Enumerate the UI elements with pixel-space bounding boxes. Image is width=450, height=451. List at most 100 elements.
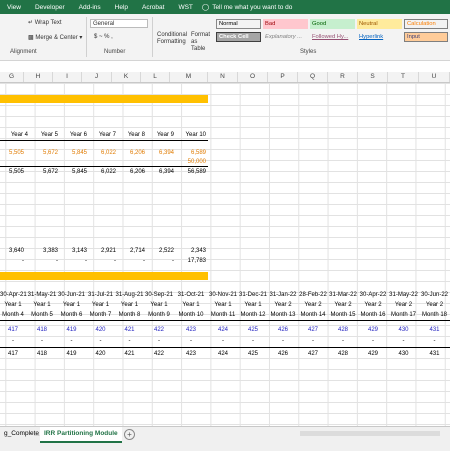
section-header-bar bbox=[0, 272, 208, 280]
number-symbols[interactable]: $ ~ % , bbox=[94, 34, 113, 40]
year-label: Year 1 bbox=[120, 302, 139, 308]
date-cell: 31-Jan-22 bbox=[269, 292, 297, 298]
menu-view[interactable]: View bbox=[0, 4, 28, 11]
total-cell-m: 56,589 bbox=[187, 169, 206, 175]
dash-cell: - bbox=[190, 338, 192, 344]
col-header-t[interactable]: T bbox=[388, 72, 419, 82]
date-cell: 30-Jun-21 bbox=[57, 292, 86, 298]
date-cell: 31-Jul-21 bbox=[87, 292, 113, 298]
year-8-header: Year 8 bbox=[127, 132, 145, 138]
col-header-q[interactable]: Q bbox=[298, 72, 328, 82]
col-header-u[interactable]: U bbox=[419, 72, 450, 82]
dash-cell: - bbox=[12, 338, 14, 344]
date-cell: 30-Apr-21 bbox=[0, 292, 27, 298]
value-cell-i: 3,143 bbox=[71, 248, 87, 254]
col-header-s[interactable]: S bbox=[358, 72, 388, 82]
style-bad[interactable]: Bad bbox=[263, 19, 308, 29]
month-label: Month 10 bbox=[178, 312, 204, 318]
add-sheet-icon[interactable]: + bbox=[124, 429, 135, 440]
dash-cell: - bbox=[342, 338, 344, 344]
total-cell-i: 5,845 bbox=[71, 169, 87, 175]
worksheet[interactable]: G H I J K L M N O P Q R S T U Year 4 Yea… bbox=[0, 60, 450, 426]
blue-value: 421 bbox=[124, 327, 135, 333]
menu-addins[interactable]: Add-ins bbox=[72, 4, 108, 11]
date-cell: 31-Dec-21 bbox=[238, 292, 267, 298]
blue-value: 431 bbox=[429, 327, 440, 333]
date-cell: 31-May-21 bbox=[27, 292, 57, 298]
sum-value: 429 bbox=[367, 351, 378, 357]
style-followed-hyperlink[interactable]: Followed Hy... bbox=[310, 32, 355, 42]
col-header-n[interactable]: N bbox=[208, 72, 238, 82]
blue-value: 428 bbox=[337, 327, 348, 333]
value-cell-h: 3,383 bbox=[42, 248, 58, 254]
sum-value: 431 bbox=[429, 351, 440, 357]
month-label: Month 18 bbox=[421, 312, 448, 318]
date-cell: 31-May-22 bbox=[389, 292, 418, 298]
menu-wst[interactable]: WST bbox=[171, 4, 199, 11]
dash-cell: - bbox=[252, 338, 254, 344]
menu-developer[interactable]: Developer bbox=[28, 4, 72, 11]
date-cell: 31-Aug-21 bbox=[115, 292, 144, 298]
year-label: Year 2 bbox=[274, 302, 292, 308]
style-explanatory[interactable]: Explanatory ... bbox=[263, 32, 308, 42]
col-header-h[interactable]: H bbox=[24, 72, 53, 82]
year-label: Year 2 bbox=[364, 302, 382, 308]
merge-center-button[interactable]: ▩ Merge & Center ▾ bbox=[28, 34, 82, 41]
year-label: Year 1 bbox=[62, 302, 81, 308]
total-cell-h: 5,672 bbox=[42, 169, 58, 175]
orange-cell-i: 5,845 bbox=[71, 150, 87, 156]
year-label: Year 2 bbox=[304, 302, 322, 308]
col-header-g[interactable]: G bbox=[0, 72, 24, 82]
style-neutral[interactable]: Neutral bbox=[357, 19, 402, 29]
number-group-label: Number bbox=[104, 49, 126, 55]
dash-cell: - bbox=[312, 338, 314, 344]
style-calculation[interactable]: Calculation bbox=[404, 19, 448, 29]
sum-value: 424 bbox=[217, 351, 228, 357]
menu-acrobat[interactable]: Acrobat bbox=[135, 4, 171, 11]
sum-line bbox=[0, 347, 450, 348]
wrap-text-button[interactable]: ↵ Wrap Text bbox=[28, 19, 62, 26]
dash-cell: - bbox=[143, 258, 145, 264]
tell-me-text: Tell me what you want to do bbox=[212, 3, 293, 11]
section-header-bar bbox=[0, 95, 208, 103]
tab-overflow[interactable]: ... bbox=[34, 431, 40, 438]
dash-cell: - bbox=[114, 258, 116, 264]
style-good[interactable]: Good bbox=[310, 19, 355, 29]
col-header-j[interactable]: J bbox=[82, 72, 112, 82]
style-check-cell[interactable]: Check Cell bbox=[216, 32, 261, 42]
total-cell-k: 6,206 bbox=[129, 169, 145, 175]
tab-irr-partitioning-module[interactable]: IRR Partitioning Module bbox=[40, 427, 122, 443]
col-header-i[interactable]: I bbox=[53, 72, 82, 82]
horizontal-scrollbar[interactable] bbox=[300, 431, 440, 436]
blue-value: 417 bbox=[7, 327, 18, 333]
tell-me-box[interactable]: ◯ Tell me what you want to do bbox=[200, 3, 300, 12]
year-5-header: Year 5 bbox=[40, 132, 58, 138]
col-header-m[interactable]: M bbox=[170, 72, 208, 82]
style-normal[interactable]: Normal bbox=[216, 19, 261, 29]
col-header-r[interactable]: R bbox=[328, 72, 358, 82]
col-header-o[interactable]: O bbox=[238, 72, 268, 82]
separator bbox=[152, 17, 153, 57]
conditional-formatting-button[interactable]: Conditional Formatting bbox=[157, 32, 189, 46]
col-header-k[interactable]: K bbox=[112, 72, 141, 82]
year-label: Year 1 bbox=[91, 302, 110, 308]
month-label: Month 4 bbox=[2, 312, 24, 318]
month-label: Month 12 bbox=[240, 312, 266, 318]
month-label: Month 11 bbox=[210, 312, 236, 318]
style-hyperlink[interactable]: Hyperlink bbox=[357, 32, 402, 42]
year-7-header: Year 7 bbox=[98, 132, 116, 138]
year-label: Year 1 bbox=[33, 302, 51, 308]
year-label: Year 2 bbox=[425, 302, 444, 308]
format-as-table-button[interactable]: Format as Table bbox=[191, 32, 213, 53]
date-cell: 30-Sep-21 bbox=[144, 292, 174, 298]
col-header-l[interactable]: L bbox=[141, 72, 170, 82]
date-cell: 30-Apr-22 bbox=[359, 292, 387, 298]
sum-value: 428 bbox=[337, 351, 348, 357]
style-input[interactable]: Input bbox=[404, 32, 448, 42]
sheet-tab-bar: g_Complete ... IRR Partitioning Module + bbox=[0, 426, 450, 451]
number-format-select[interactable]: General bbox=[90, 19, 148, 28]
ribbon: ↵ Wrap Text ▩ Merge & Center ▾ Alignment… bbox=[0, 14, 450, 61]
menu-help[interactable]: Help bbox=[108, 4, 135, 11]
year-label: Year 2 bbox=[334, 302, 352, 308]
col-header-p[interactable]: P bbox=[268, 72, 298, 82]
